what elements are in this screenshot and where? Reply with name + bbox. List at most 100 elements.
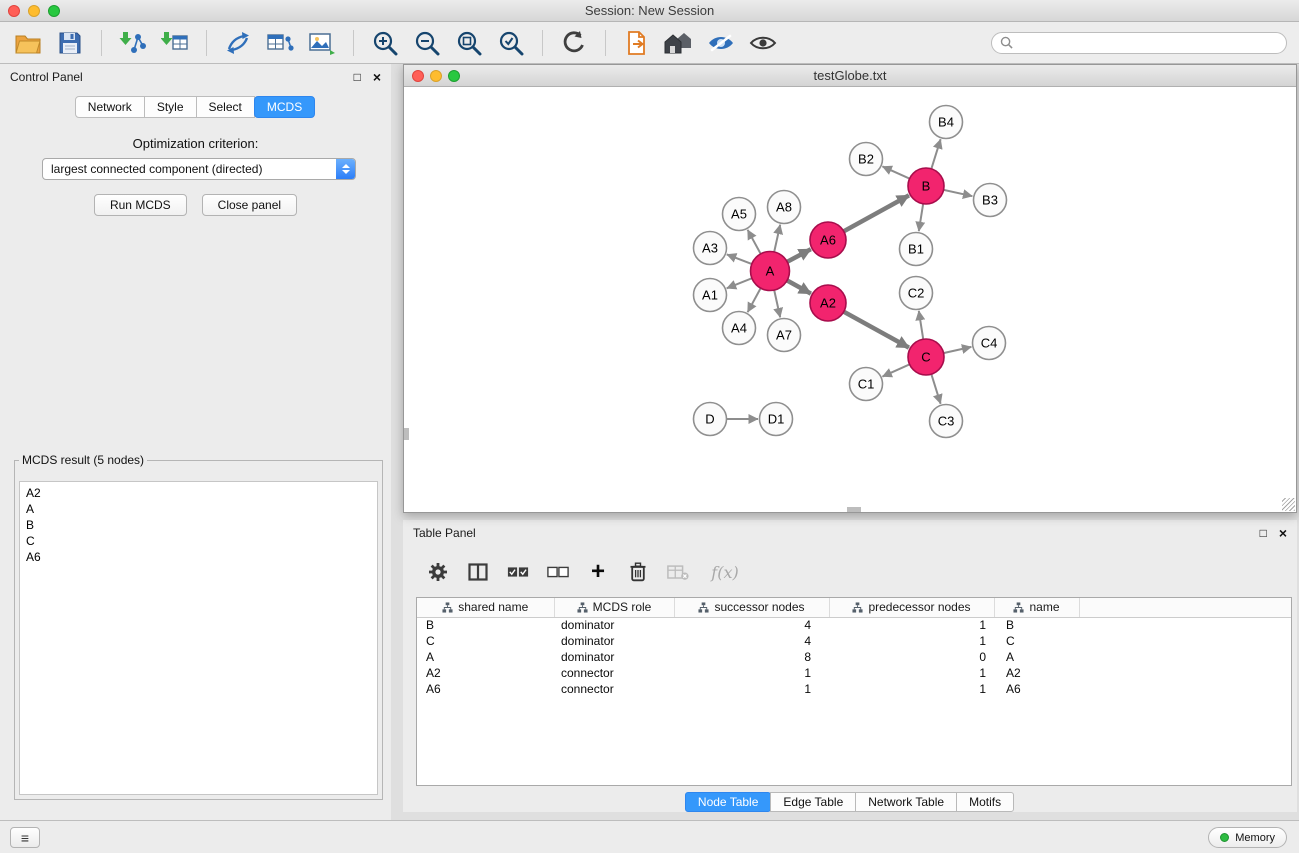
table-cell[interactable]: A xyxy=(417,649,554,665)
table-row[interactable]: A6connector11A6 xyxy=(417,681,1291,697)
network-window[interactable]: testGlobe.txt B4B2BB3A8A5A6B1A3AC2A1A2A4… xyxy=(403,64,1297,513)
node-A[interactable]: A xyxy=(751,252,790,291)
table-row[interactable]: Adominator80A xyxy=(417,649,1291,665)
table-cell[interactable]: dominator xyxy=(554,617,674,633)
node-C4[interactable]: C4 xyxy=(973,327,1006,360)
network-vertical-scrollbar[interactable] xyxy=(404,428,409,440)
minimize-window-button[interactable] xyxy=(28,5,40,17)
node-A2[interactable]: A2 xyxy=(810,285,846,321)
table-row[interactable]: Bdominator41B xyxy=(417,617,1291,633)
delete-column-button[interactable] xyxy=(627,561,649,583)
add-column-button[interactable]: + xyxy=(587,561,609,583)
control-tab-select[interactable]: Select xyxy=(196,96,255,118)
search-box[interactable] xyxy=(991,32,1287,54)
node-C[interactable]: C xyxy=(908,339,944,375)
import-network-button[interactable] xyxy=(117,27,149,59)
function-builder-button[interactable]: f(x) xyxy=(707,561,743,583)
table-tab-edge-table[interactable]: Edge Table xyxy=(770,792,856,812)
table-tab-network-table[interactable]: Network Table xyxy=(855,792,957,812)
delete-table-button[interactable] xyxy=(667,561,689,583)
column-header-name[interactable]: name xyxy=(994,598,1079,617)
column-header-successor-nodes[interactable]: successor nodes xyxy=(674,598,829,617)
float-panel-icon[interactable]: □ xyxy=(354,70,361,84)
node-B3[interactable]: B3 xyxy=(974,184,1007,217)
show-hide-panel-button[interactable] xyxy=(747,27,779,59)
table-cell[interactable]: 1 xyxy=(829,681,994,697)
settings-gear-button[interactable] xyxy=(427,561,449,583)
network-close-button[interactable] xyxy=(412,70,424,82)
node-D1[interactable]: D1 xyxy=(760,403,793,436)
save-session-button[interactable] xyxy=(54,27,86,59)
table-cell[interactable]: A2 xyxy=(417,665,554,681)
zoom-selected-button[interactable] xyxy=(495,27,527,59)
table-tab-motifs[interactable]: Motifs xyxy=(956,792,1014,812)
graphics-details-button[interactable] xyxy=(705,27,737,59)
close-window-button[interactable] xyxy=(8,5,20,17)
deselect-all-button[interactable] xyxy=(547,561,569,583)
table-cell[interactable]: 1 xyxy=(829,617,994,633)
show-columns-button[interactable] xyxy=(467,561,489,583)
network-table-button[interactable] xyxy=(264,27,296,59)
export-document-button[interactable] xyxy=(621,27,653,59)
node-A4[interactable]: A4 xyxy=(723,312,756,345)
network-window-titlebar[interactable]: testGlobe.txt xyxy=(404,65,1296,87)
refresh-layout-button[interactable] xyxy=(558,27,590,59)
zoom-in-button[interactable] xyxy=(369,27,401,59)
mcds-result-item[interactable]: A xyxy=(26,501,371,517)
table-cell[interactable]: A xyxy=(994,649,1079,665)
optimization-dropdown[interactable]: largest connected component (directed) xyxy=(42,158,356,180)
table-cell[interactable]: dominator xyxy=(554,649,674,665)
close-table-panel-icon[interactable]: × xyxy=(1279,525,1287,541)
mcds-result-item[interactable]: B xyxy=(26,517,371,533)
table-cell[interactable]: connector xyxy=(554,665,674,681)
node-A8[interactable]: A8 xyxy=(768,191,801,224)
node-C3[interactable]: C3 xyxy=(930,405,963,438)
control-tab-network[interactable]: Network xyxy=(75,96,145,118)
table-cell[interactable]: C xyxy=(994,633,1079,649)
network-horizontal-scrollbar[interactable] xyxy=(847,507,861,512)
float-table-panel-icon[interactable]: □ xyxy=(1260,526,1267,540)
control-tab-mcds[interactable]: MCDS xyxy=(254,96,315,118)
close-panel-button[interactable]: Close panel xyxy=(202,194,297,216)
table-cell[interactable]: 1 xyxy=(674,665,829,681)
table-cell[interactable]: 4 xyxy=(674,617,829,633)
mcds-result-list[interactable]: A2ABCA6 xyxy=(19,481,378,795)
node-B2[interactable]: B2 xyxy=(850,143,883,176)
table-cell[interactable]: B xyxy=(994,617,1079,633)
table-cell[interactable]: A6 xyxy=(417,681,554,697)
table-cell[interactable]: 0 xyxy=(829,649,994,665)
table-cell[interactable]: A6 xyxy=(994,681,1079,697)
table-tab-node-table[interactable]: Node Table xyxy=(685,792,772,812)
node-C1[interactable]: C1 xyxy=(850,368,883,401)
node-B1[interactable]: B1 xyxy=(900,233,933,266)
table-cell[interactable]: dominator xyxy=(554,633,674,649)
search-input[interactable] xyxy=(1018,36,1278,50)
zoom-window-button[interactable] xyxy=(48,5,60,17)
column-header-MCDS-role[interactable]: MCDS role xyxy=(554,598,674,617)
mcds-result-item[interactable]: A6 xyxy=(26,549,371,565)
node-A1[interactable]: A1 xyxy=(694,279,727,312)
memory-button[interactable]: Memory xyxy=(1208,827,1287,848)
network-zoom-button[interactable] xyxy=(448,70,460,82)
resize-grip[interactable] xyxy=(1282,498,1295,511)
column-header-predecessor-nodes[interactable]: predecessor nodes xyxy=(829,598,994,617)
network-canvas[interactable]: B4B2BB3A8A5A6B1A3AC2A1A2A4A7C4CC1C3DD1 xyxy=(404,88,1296,512)
network-overview-button[interactable] xyxy=(663,27,695,59)
table-cell[interactable]: A2 xyxy=(994,665,1079,681)
open-session-button[interactable] xyxy=(12,27,44,59)
network-image-button[interactable] xyxy=(306,27,338,59)
network-share-button[interactable] xyxy=(222,27,254,59)
table-cell[interactable]: 1 xyxy=(674,681,829,697)
table-cell[interactable]: C xyxy=(417,633,554,649)
table-cell[interactable]: B xyxy=(417,617,554,633)
node-C2[interactable]: C2 xyxy=(900,277,933,310)
node-B4[interactable]: B4 xyxy=(930,106,963,139)
column-header-shared-name[interactable]: shared name xyxy=(417,598,554,617)
table-cell[interactable]: 4 xyxy=(674,633,829,649)
node-A5[interactable]: A5 xyxy=(723,198,756,231)
node-A3[interactable]: A3 xyxy=(694,232,727,265)
table-cell[interactable]: connector xyxy=(554,681,674,697)
import-table-button[interactable] xyxy=(159,27,191,59)
node-B[interactable]: B xyxy=(908,168,944,204)
table-cell[interactable]: 1 xyxy=(829,633,994,649)
